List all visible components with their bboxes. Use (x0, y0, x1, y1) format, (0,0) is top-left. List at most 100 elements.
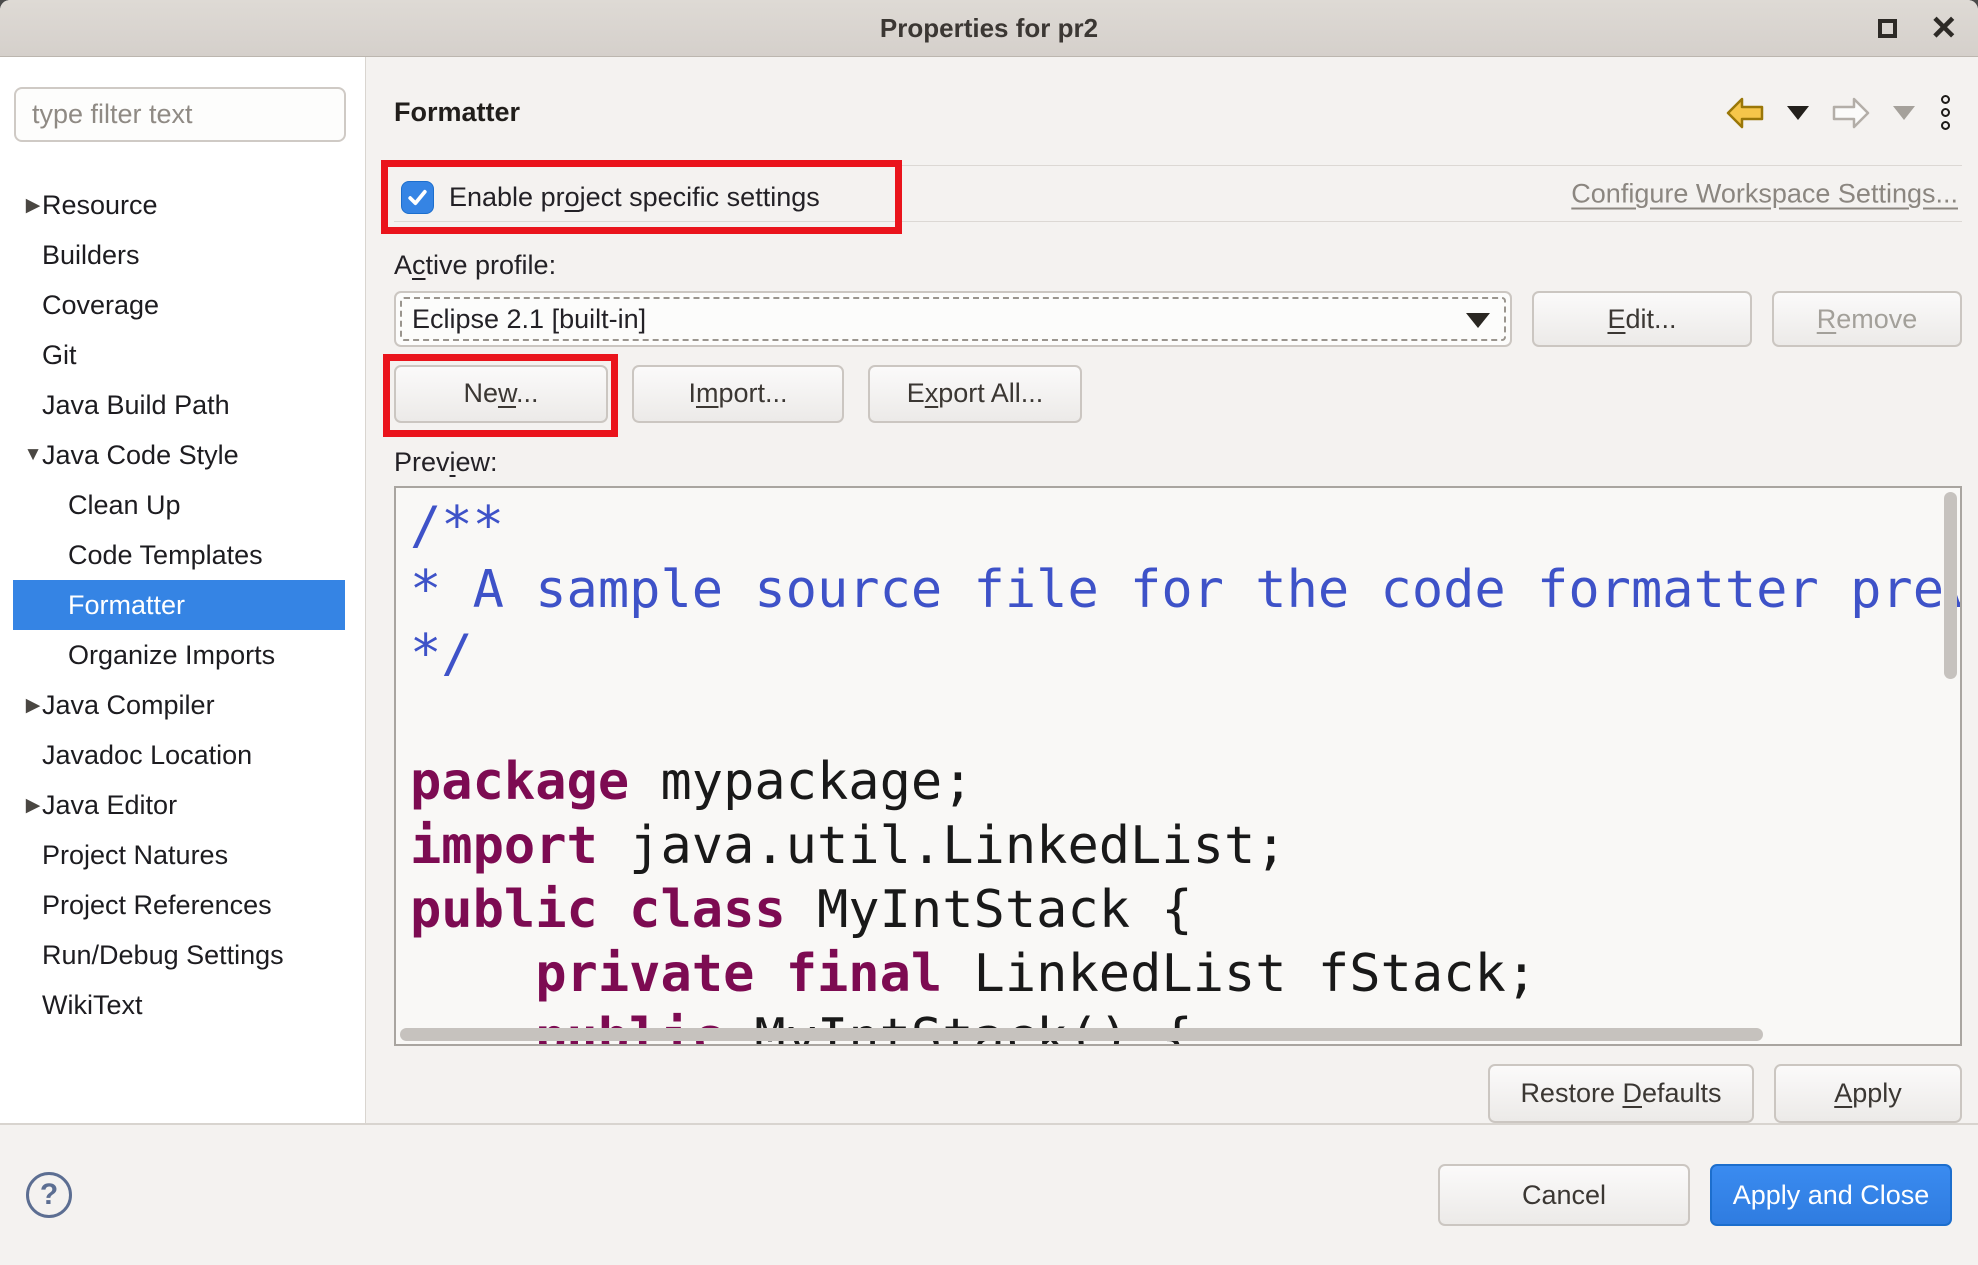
sidebar-item-coverage[interactable]: Coverage (0, 280, 365, 330)
view-menu-button[interactable] (1935, 93, 1956, 132)
dialog-body: ▶ResourceBuildersCoverageGitJava Build P… (0, 57, 1978, 1123)
sidebar-item-label: Project References (42, 890, 272, 921)
sidebar-item-label: Git (42, 340, 77, 371)
code-line: package mypackage; (410, 750, 1960, 814)
annotation-rectangle-new: New... (394, 365, 608, 423)
remove-button[interactable]: Remove (1772, 291, 1962, 346)
close-icon: × (1931, 6, 1956, 48)
import-button[interactable]: Import... (632, 365, 844, 423)
page-actions-row: Restore Defaults Apply (394, 1064, 1962, 1123)
scrollbar-thumb[interactable] (400, 1028, 1763, 1041)
code-line: import java.util.LinkedList; (410, 814, 1960, 878)
restore-defaults-button[interactable]: Restore Defaults (1488, 1064, 1754, 1123)
sidebar-item-project-natures[interactable]: Project Natures (0, 830, 365, 880)
sidebar-item-java-code-style[interactable]: ▼Java Code Style (0, 430, 365, 480)
code-area: /*** A sample source file for the code f… (396, 488, 1960, 1046)
close-button[interactable]: × (1931, 10, 1956, 48)
forward-history-button[interactable] (1891, 104, 1917, 122)
sidebar-item-label: Java Editor (42, 790, 177, 821)
sidebar-item-label: Javadoc Location (42, 740, 252, 771)
code-line (410, 686, 1960, 750)
configure-workspace-settings-link[interactable]: Configure Workspace Settings... (1571, 178, 1958, 209)
sidebar-item-wikitext[interactable]: WikiText (0, 980, 365, 1030)
tree-collapsed-arrow-icon[interactable]: ▶ (20, 694, 46, 717)
sidebar-item-label: WikiText (42, 990, 143, 1021)
back-arrow-icon (1725, 96, 1765, 130)
sidebar-item-label: Organize Imports (68, 640, 275, 671)
sidebar-item-resource[interactable]: ▶Resource (0, 180, 365, 230)
sidebar-item-java-editor[interactable]: ▶Java Editor (0, 780, 365, 830)
forward-arrow-icon (1831, 96, 1871, 130)
sidebar-item-project-references[interactable]: Project References (0, 880, 365, 930)
sidebar: ▶ResourceBuildersCoverageGitJava Build P… (0, 57, 366, 1123)
help-icon: ? (40, 1178, 58, 1212)
active-profile-label: Active profile: (394, 250, 1962, 281)
sidebar-item-builders[interactable]: Builders (0, 230, 365, 280)
sidebar-item-label: Java Code Style (42, 440, 239, 471)
sidebar-item-java-build-path[interactable]: Java Build Path (0, 380, 365, 430)
sidebar-tree: ▶ResourceBuildersCoverageGitJava Build P… (0, 180, 365, 1030)
back-button[interactable] (1723, 94, 1767, 132)
code-line: /** (410, 494, 1960, 558)
sidebar-item-label: Java Compiler (42, 690, 215, 721)
active-profile-value: Eclipse 2.1 [built-in] (412, 304, 646, 335)
tree-collapsed-arrow-icon[interactable]: ▶ (20, 194, 46, 217)
nav-icons (1723, 93, 1956, 132)
window-controls: × (1878, 0, 1956, 57)
code-preview: /*** A sample source file for the code f… (394, 486, 1962, 1046)
enable-project-settings-checkbox[interactable] (401, 181, 434, 214)
window-title: Properties for pr2 (0, 0, 1978, 57)
sidebar-item-label: Clean Up (68, 490, 181, 521)
sidebar-item-label: Builders (42, 240, 140, 271)
scrollbar-thumb[interactable] (1944, 492, 1957, 679)
apply-button[interactable]: Apply (1774, 1064, 1962, 1123)
preview-vertical-scrollbar[interactable] (1944, 492, 1957, 1024)
maximize-icon (1878, 19, 1897, 38)
chevron-down-icon (1893, 106, 1915, 120)
tree-expanded-arrow-icon[interactable]: ▼ (20, 444, 46, 466)
dialog-footer: ? Cancel Apply and Close (0, 1123, 1978, 1265)
sidebar-item-code-templates[interactable]: Code Templates (0, 530, 365, 580)
maximize-button[interactable] (1878, 19, 1897, 38)
profile-actions-row: New... Import... Export All... (394, 365, 1962, 423)
enable-project-settings-label: Enable project specific settings (449, 182, 820, 213)
project-settings-row: Enable project specific settings Configu… (394, 165, 1962, 222)
main-panel: Formatter (366, 57, 1978, 1123)
apply-and-close-button[interactable]: Apply and Close (1710, 1164, 1952, 1226)
checkmark-icon (405, 185, 430, 210)
sidebar-item-label: Resource (42, 190, 158, 221)
combo-caret-icon (1466, 313, 1490, 328)
header-row: Formatter (394, 93, 1962, 132)
filter-input[interactable] (14, 87, 346, 142)
sidebar-item-git[interactable]: Git (0, 330, 365, 380)
sidebar-item-organize-imports[interactable]: Organize Imports (0, 630, 365, 680)
tree-collapsed-arrow-icon[interactable]: ▶ (20, 794, 46, 817)
sidebar-item-run-debug-settings[interactable]: Run/Debug Settings (0, 930, 365, 980)
active-profile-select[interactable]: Eclipse 2.1 [built-in] (394, 291, 1512, 346)
titlebar[interactable]: Properties for pr2 × (0, 0, 1978, 57)
help-button[interactable]: ? (26, 1172, 72, 1218)
sidebar-item-javadoc-location[interactable]: Javadoc Location (0, 730, 365, 780)
code-line: public class MyIntStack { (410, 878, 1960, 942)
preview-label: Preview: (394, 447, 1962, 478)
cancel-button[interactable]: Cancel (1438, 1164, 1690, 1226)
preview-horizontal-scrollbar[interactable] (400, 1028, 1932, 1041)
profile-row: Eclipse 2.1 [built-in] Edit... Remove (394, 291, 1962, 346)
properties-dialog: Properties for pr2 × ▶ResourceBuildersCo… (0, 0, 1978, 1265)
sidebar-item-label: Java Build Path (42, 390, 230, 421)
sidebar-item-label: Code Templates (68, 540, 263, 571)
new-button[interactable]: New... (394, 365, 608, 423)
forward-button[interactable] (1829, 94, 1873, 132)
sidebar-item-java-compiler[interactable]: ▶Java Compiler (0, 680, 365, 730)
sidebar-item-clean-up[interactable]: Clean Up (0, 480, 365, 530)
sidebar-item-label: Formatter (68, 590, 185, 621)
edit-button[interactable]: Edit... (1532, 291, 1752, 346)
back-history-button[interactable] (1785, 104, 1811, 122)
export-all-button[interactable]: Export All... (868, 365, 1082, 423)
sidebar-item-label: Run/Debug Settings (42, 940, 284, 971)
page-title: Formatter (394, 97, 520, 128)
code-line: * A sample source file for the code form… (410, 558, 1960, 622)
sidebar-item-label: Project Natures (42, 840, 228, 871)
sidebar-item-formatter[interactable]: Formatter (13, 580, 345, 630)
annotation-rectangle-checkbox: Enable project specific settings (381, 160, 902, 234)
